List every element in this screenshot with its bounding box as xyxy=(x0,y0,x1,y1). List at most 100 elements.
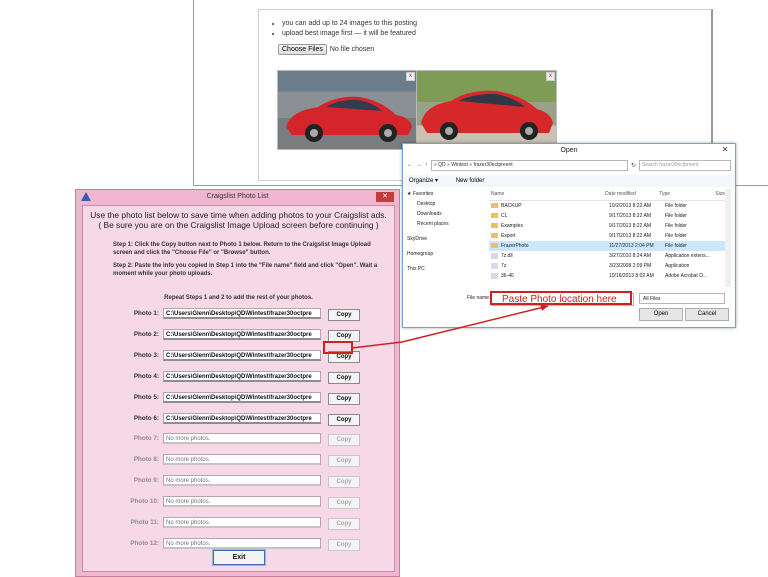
file-date-cell: 3/23/2008 2:09 PM xyxy=(609,263,652,269)
column-date[interactable]: Date modified xyxy=(605,189,659,200)
new-folder-button[interactable]: New folder xyxy=(456,178,485,184)
nav-item-desktop[interactable]: Desktop xyxy=(407,199,485,209)
file-date-cell: 11/27/2013 2:04 PM xyxy=(609,243,654,249)
file-name-cell: 36-46 xyxy=(489,271,609,281)
photo-row: Photo 11: No more photos. Copy xyxy=(83,516,394,530)
back-arrow-icon[interactable]: ← xyxy=(407,162,413,168)
step-2-text: Step 2: Paste the info you copied in Ste… xyxy=(113,263,378,277)
folder-icon xyxy=(491,213,498,219)
address-bar[interactable]: » QD » Wintest » frazer30ectpreent xyxy=(431,159,628,171)
file-row[interactable]: 7z 3/23/2008 2:09 PM Application xyxy=(489,261,725,271)
photo-path-field[interactable]: No more photos. xyxy=(163,496,321,508)
file-name-label: File name: xyxy=(467,295,491,301)
file-row[interactable]: BACKUP 10/2/2013 8:22 AM File folder xyxy=(489,201,725,211)
search-input[interactable]: Search frazer30ectpreent xyxy=(639,159,731,171)
photo-path-field[interactable]: C:\Users\Glenn\Desktop\QD\Wintest\frazer… xyxy=(163,370,321,382)
refresh-icon[interactable]: ↻ xyxy=(631,162,636,169)
dialog-toolbar: Organize ▾ New folder xyxy=(403,175,735,187)
file-name-text: 7z xyxy=(501,263,507,269)
file-name-text: FrazerPhoto xyxy=(501,243,529,249)
file-name-cell: CL xyxy=(489,211,609,221)
photo-row: Photo 7: No more photos. Copy xyxy=(83,432,394,447)
file-type-select[interactable]: All Files xyxy=(639,293,725,304)
file-type-cell: File folder xyxy=(665,203,687,209)
photo-row: Photo 9: No more photos. Copy xyxy=(83,474,394,489)
file-date-cell: 9/17/2013 8:22 AM xyxy=(609,223,651,229)
nav-item-recent-places[interactable]: Recent places xyxy=(407,219,485,229)
file-type-cell: Application xyxy=(665,263,690,269)
photo-label: Photo 6: xyxy=(133,414,159,422)
file-row[interactable]: 36-46 10/16/2013 8:02 AM Adobe Acrobat D..… xyxy=(489,271,725,281)
open-button[interactable]: Open xyxy=(639,308,683,321)
file-chooser: Choose Files No file chosen xyxy=(278,44,374,55)
photo-label: Photo 1: xyxy=(133,310,159,317)
photo-label: Photo 9: xyxy=(133,477,159,485)
nav-item-downloads[interactable]: Downloads xyxy=(407,209,485,219)
copy-button: Copy xyxy=(328,476,360,489)
no-file-text: No file chosen xyxy=(329,46,375,53)
file-list-scrollbar[interactable] xyxy=(725,189,731,287)
photo-path-field[interactable]: No more photos. xyxy=(163,475,321,487)
file-date-cell: 3/27/2010 8:24 AM xyxy=(609,253,651,259)
photo-row: Photo 8: No more photos. Copy xyxy=(83,453,394,468)
folder-icon xyxy=(491,233,498,239)
photo-path-field[interactable]: C:\Users\Glenn\Desktop\QD\Wintest\frazer… xyxy=(163,412,321,424)
file-type-cell: File folder xyxy=(665,223,687,229)
column-size[interactable]: Size xyxy=(715,189,725,200)
remove-photo-icon[interactable]: x xyxy=(546,72,555,81)
photo-path-field[interactable]: C:\Users\Glenn\Desktop\QD\Wintest\frazer… xyxy=(163,328,321,340)
file-name-cell: BACKUP xyxy=(489,201,609,211)
photo-path-field[interactable]: C:\Users\Glenn\Desktop\QD\Wintest\frazer… xyxy=(163,308,321,319)
copy-button: Copy xyxy=(328,497,360,510)
repeat-text: Repeat Steps 1 and 2 to add the rest of … xyxy=(164,295,313,301)
file-row[interactable]: 7z.dll 3/27/2010 8:24 AM Application exten… xyxy=(489,251,725,261)
file-row[interactable]: Examples 9/17/2013 8:22 AM File folder xyxy=(489,221,725,231)
file-name-text: 7z.dll xyxy=(501,253,513,259)
cancel-button[interactable]: Cancel xyxy=(685,308,729,321)
column-name[interactable]: Name xyxy=(489,189,605,200)
file-date-cell: 10/2/2013 8:22 AM xyxy=(609,203,651,209)
up-arrow-icon[interactable]: ↑ xyxy=(425,162,428,168)
file-row[interactable]: CL 9/17/2013 8:22 AM File folder xyxy=(489,211,725,221)
file-date-cell: 9/17/2013 8:22 AM xyxy=(609,213,651,219)
exit-button[interactable]: Exit xyxy=(212,549,266,566)
photo-label: Photo 10: xyxy=(130,498,159,506)
file-name-text: Export xyxy=(501,233,516,239)
photo-list-body: Use the photo list below to save time wh… xyxy=(82,205,395,572)
file-row[interactable]: FrazerPhoto 11/27/2013 2:04 PM File folder xyxy=(489,241,725,251)
remove-photo-icon[interactable]: x xyxy=(406,72,415,81)
close-icon[interactable]: ✕ xyxy=(376,192,394,202)
copy-button[interactable]: Copy xyxy=(328,392,360,405)
photo-path-field[interactable]: No more photos. xyxy=(163,537,321,549)
copy-button[interactable]: Copy xyxy=(328,413,360,426)
column-type[interactable]: Type xyxy=(659,189,715,200)
folder-icon xyxy=(491,243,498,249)
file-row[interactable]: Export 9/17/2013 8:22 AM File folder xyxy=(489,231,725,241)
forward-arrow-icon[interactable]: → xyxy=(416,162,422,168)
nav-item-skydrive[interactable]: SkyDrive xyxy=(407,234,485,244)
choose-files-button[interactable]: Choose Files xyxy=(278,44,327,55)
copy-button[interactable]: Copy xyxy=(328,309,360,321)
photo-row: Photo 2: C:\Users\Glenn\Desktop\QD\Wintes… xyxy=(83,328,394,342)
file-name-text: 36-46 xyxy=(501,273,514,279)
close-icon[interactable]: ✕ xyxy=(715,144,735,156)
nav-item-favorites[interactable]: ★ Favorites xyxy=(407,189,485,199)
file-name-cell: Export xyxy=(489,231,609,241)
nav-item-homegroup[interactable]: Homegroup xyxy=(407,249,485,259)
uploaded-photo: x xyxy=(416,70,557,150)
nav-item-this-pc[interactable]: This PC xyxy=(407,264,485,274)
copy-button: Copy xyxy=(328,518,360,530)
file-name-text: CL xyxy=(501,213,508,219)
organize-button[interactable]: Organize ▾ xyxy=(409,178,438,184)
photo-path-field[interactable]: No more photos. xyxy=(163,454,321,466)
file-list-header: Name Date modified Type Size xyxy=(489,189,725,201)
photo-path-field[interactable]: No more photos. xyxy=(163,433,321,445)
copy-button[interactable]: Copy xyxy=(328,371,360,384)
photo-label: Photo 5: xyxy=(133,393,159,401)
posting-tips: you can add up to 24 images to this post… xyxy=(270,19,417,39)
photo-path-field[interactable]: No more photos. xyxy=(163,517,321,528)
file-icon xyxy=(491,262,498,269)
photo-label: Photo 7: xyxy=(133,435,159,443)
photo-path-field[interactable]: C:\Users\Glenn\Desktop\QD\Wintest\frazer… xyxy=(163,391,321,403)
photo-path-field[interactable]: C:\Users\Glenn\Desktop\QD\Wintest\frazer… xyxy=(163,349,321,361)
